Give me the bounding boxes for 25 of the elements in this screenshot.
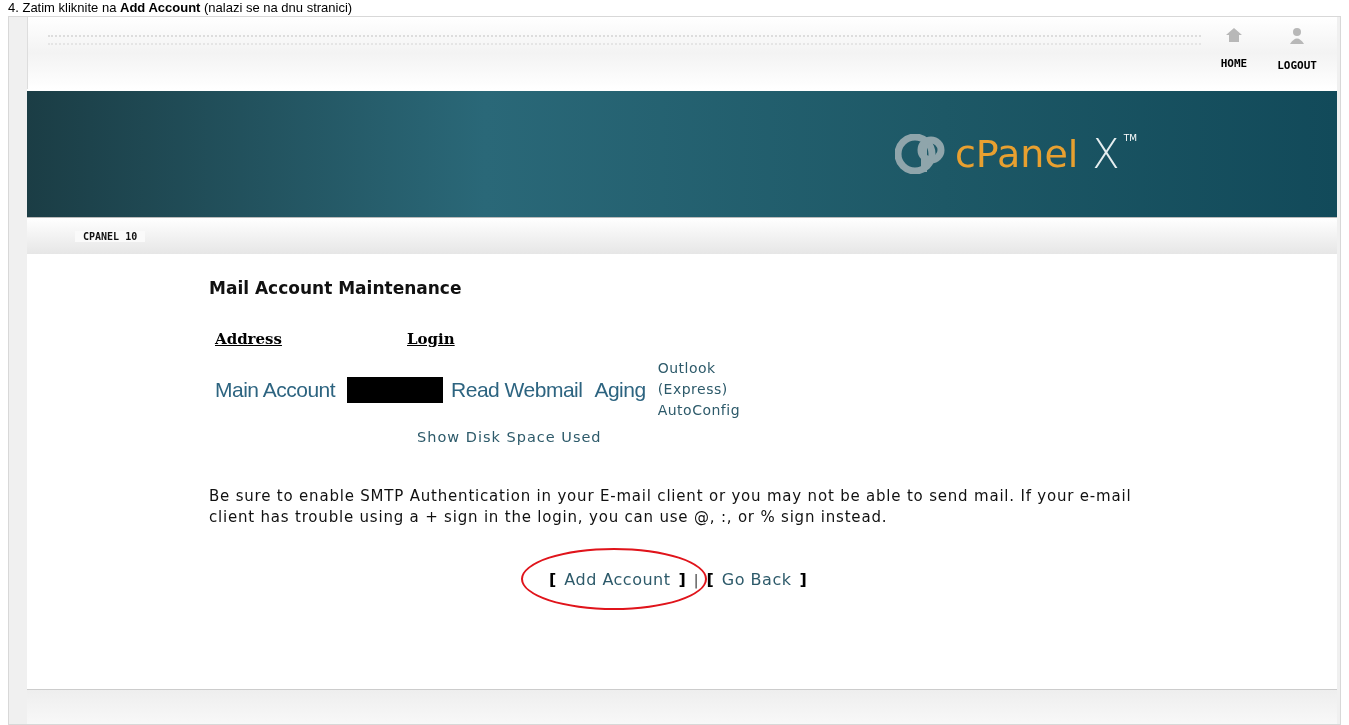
section-label: CPANEL 10 <box>75 230 146 242</box>
bracket: [ <box>706 570 714 589</box>
disk-space-link[interactable]: Show Disk Space Used <box>417 429 602 445</box>
action-link[interactable]: Go Back <box>721 570 792 589</box>
page-title: Mail Account Maintenance <box>209 278 463 298</box>
bracket: ] <box>678 570 686 589</box>
autoconfig-link[interactable]: Outlook (Express) AutoConfig <box>657 358 741 421</box>
logo-text: cPanel <box>954 132 1079 176</box>
instruction-caption: 4. Zatim kliknite na Add Account (nalazi se na dnu stranici) <box>7 0 354 16</box>
action-link[interactable]: Add Account <box>564 570 671 589</box>
smtp-note: Be sure to enable SMTP Authentication in your E-mail client or you may not be able to send mail. If your e-mail client has trouble using a + sign in the login, you can use @, :, or % sign instead. <box>209 486 1133 528</box>
action-link[interactable]: Read Webmail <box>451 377 583 402</box>
bracket: ] <box>799 570 807 589</box>
trademark-mark: TM <box>1123 133 1137 143</box>
logo-mark: X <box>1092 131 1120 177</box>
account-link[interactable]: Main Account <box>215 377 336 402</box>
house-icon <box>1225 27 1243 43</box>
nav-link[interactable]: LOGOUT <box>1277 27 1317 72</box>
nav-link[interactable]: HOME <box>1220 27 1248 72</box>
column-header: Address <box>215 330 283 348</box>
column-header: Login <box>407 330 455 348</box>
action-link[interactable]: Aging <box>594 377 646 402</box>
bracket: [ <box>549 570 557 589</box>
separator: | <box>693 571 699 588</box>
person-icon <box>1288 27 1307 45</box>
